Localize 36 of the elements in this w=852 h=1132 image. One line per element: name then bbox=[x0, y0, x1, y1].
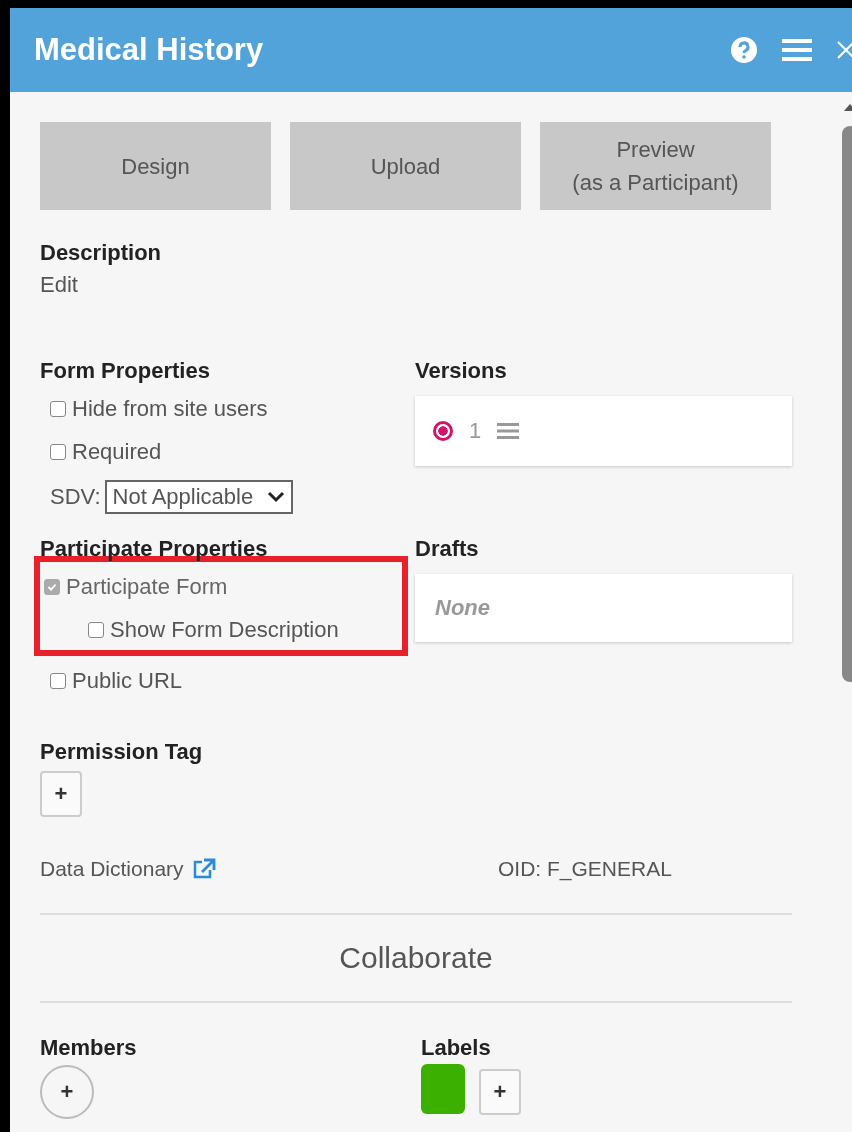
checkbox[interactable] bbox=[50, 672, 66, 689]
checkbox[interactable] bbox=[50, 400, 66, 417]
menu-icon[interactable] bbox=[497, 423, 520, 439]
radio-button[interactable] bbox=[433, 421, 453, 441]
sdv-label: SDV: bbox=[50, 484, 101, 510]
version-number: 1 bbox=[469, 418, 482, 444]
data-dictionary-link[interactable]: Data Dictionary bbox=[40, 857, 184, 881]
close-icon[interactable] bbox=[836, 40, 852, 60]
checkbox[interactable] bbox=[50, 443, 66, 460]
checkbox-option[interactable]: Public URL bbox=[50, 667, 183, 694]
action-button[interactable]: Design bbox=[40, 122, 271, 210]
section-heading: Versions bbox=[415, 358, 508, 384]
external-link-icon[interactable] bbox=[191, 858, 216, 880]
add-button[interactable]: + bbox=[40, 771, 82, 817]
add-label-button[interactable]: + bbox=[479, 1069, 521, 1115]
section-heading: Drafts bbox=[415, 536, 480, 562]
action-button[interactable]: Preview (as a Participant) bbox=[540, 122, 771, 210]
add-member-button[interactable]: + bbox=[40, 1065, 94, 1119]
empty-state-text: None bbox=[435, 595, 490, 621]
section-heading: Members bbox=[40, 1035, 138, 1061]
window-title: Medical History bbox=[34, 32, 264, 68]
oid-text: OID: F_GENERAL bbox=[498, 857, 672, 881]
section-heading: Labels bbox=[421, 1035, 492, 1061]
section-heading: Participate Properties bbox=[40, 536, 269, 562]
edit-link[interactable]: Edit bbox=[40, 272, 78, 298]
section-heading: Description bbox=[40, 240, 163, 266]
help-icon[interactable] bbox=[730, 36, 758, 64]
checkbox-option[interactable]: Hide from site users bbox=[50, 395, 268, 422]
section-title: Collaborate bbox=[338, 941, 494, 975]
checkbox-option[interactable]: Required bbox=[50, 438, 162, 465]
sdv-select[interactable]: Not Applicable bbox=[104, 480, 294, 514]
chevron-icon bbox=[267, 491, 286, 503]
section-heading: Form Properties bbox=[40, 358, 211, 384]
section-heading: Permission Tag bbox=[40, 739, 204, 765]
action-button[interactable]: Upload bbox=[290, 122, 521, 210]
menu-icon[interactable] bbox=[782, 38, 812, 62]
